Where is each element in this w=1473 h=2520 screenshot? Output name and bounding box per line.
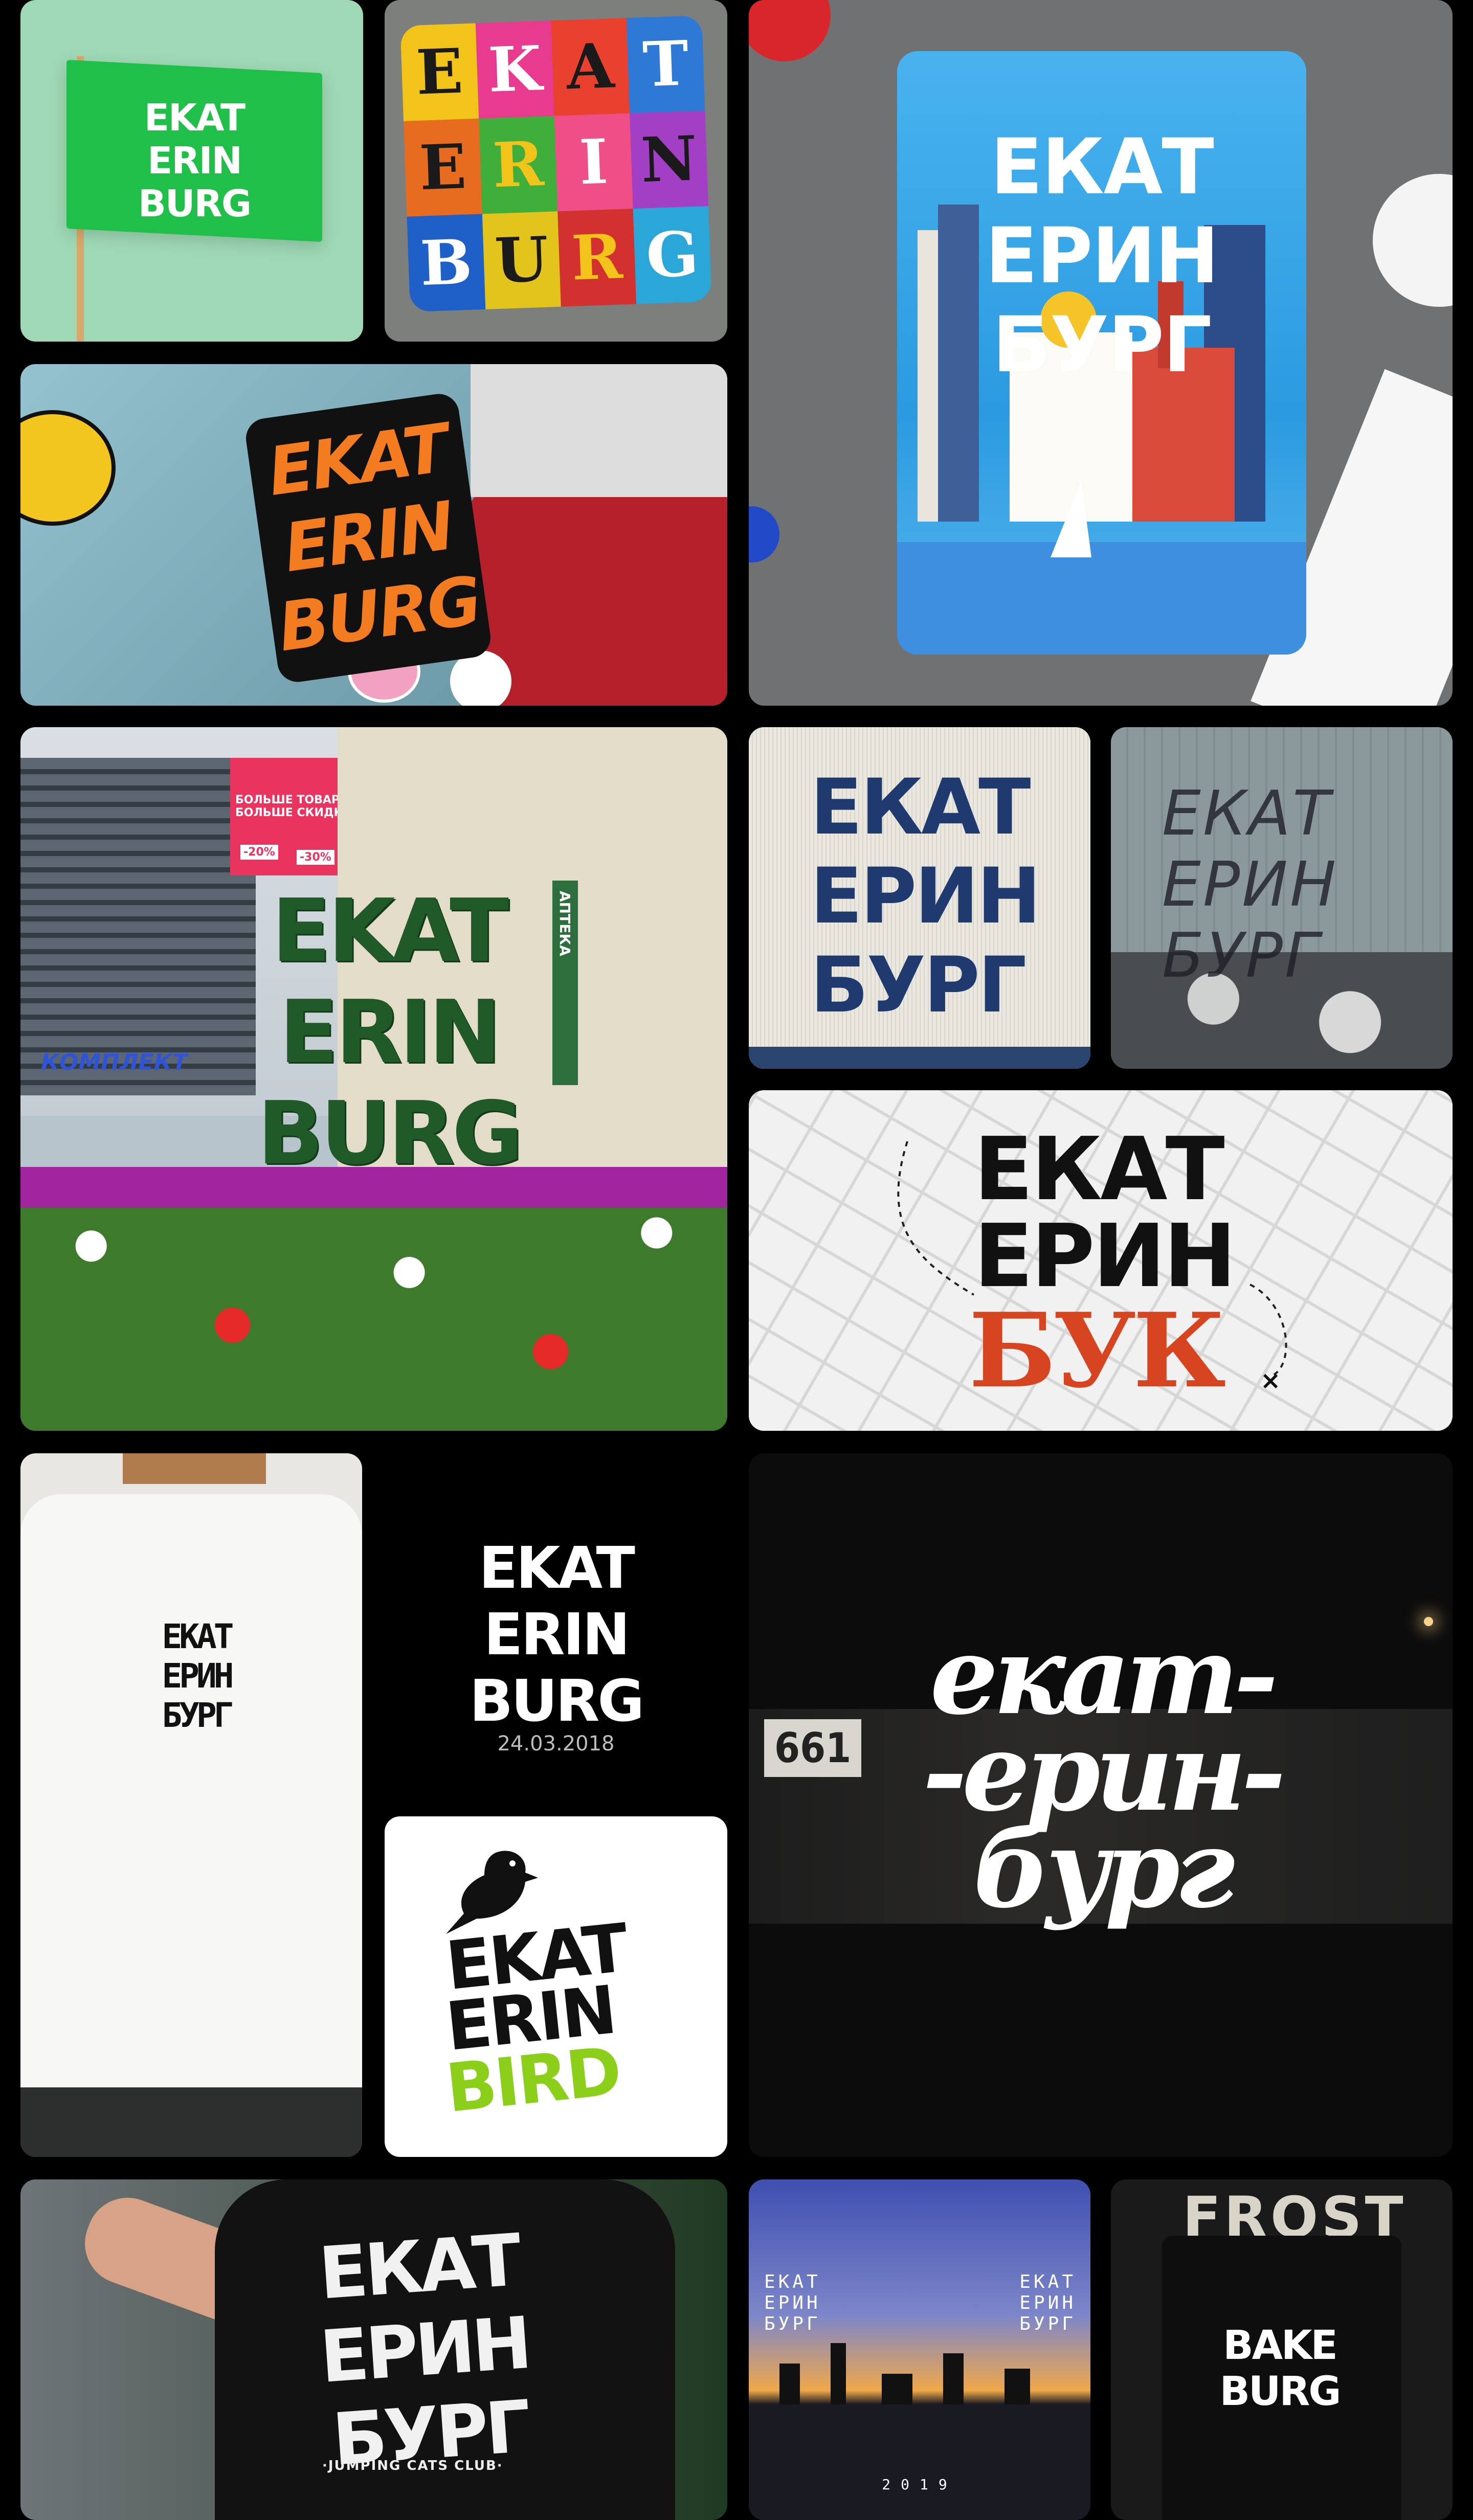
tote-bag-tile[interactable]: FROST BAKE BURG — [1111, 2179, 1453, 2520]
pillow-photo-tile[interactable]: EKATERINBURG — [385, 0, 727, 342]
pillow-letter: K — [487, 32, 545, 106]
street-light — [1424, 1617, 1433, 1626]
sky-left-caption: ЕКАТ ЕРИН БУРГ — [764, 2271, 821, 2334]
map-marker: × — [1260, 1366, 1281, 1395]
pillow-letter: E — [415, 35, 464, 109]
script-lettering-tile[interactable]: 661 екат- -ерин- бург — [749, 1453, 1453, 2157]
city-silhouette — [749, 2343, 1090, 2404]
black-tshirt-tile[interactable]: ЕКАТ ЕРИН БУРГ ·JUMPING CATS CLUB· — [20, 2179, 727, 2520]
graffiti-caption: ЕКАТ ЕРИН БУРГ — [1162, 778, 1338, 992]
sky-right-caption: ЕКАТ ЕРИН БУРГ — [1019, 2271, 1076, 2334]
hair — [123, 1453, 266, 1484]
event-logo: EKAT ERIN BURG — [469, 1535, 644, 1735]
white-ball — [1373, 174, 1453, 307]
graffiti-photo-tile[interactable]: ЕКАТ ЕРИН БУРГ — [1111, 727, 1453, 1069]
sticker-photo-tile[interactable]: EKAT ERIN BURG — [20, 364, 727, 706]
city-square-photo-tile[interactable]: КОМПЛЕКТ БОЛЬШЕ ТОВАРОВ БОЛЬШЕ СКИДКА -2… — [20, 727, 727, 1431]
white-tshirt-tile[interactable]: ЕКАТ ЕРИН БУРГ — [20, 1453, 362, 2157]
sky-year: 2019 — [882, 2476, 957, 2493]
sailboat — [1051, 481, 1091, 557]
blue-ball — [749, 506, 779, 562]
apteka-sign: АПТЕКА — [552, 881, 578, 1085]
map-line-2: ЕРИН — [974, 1206, 1236, 1307]
pillow-letter: R — [492, 128, 546, 201]
bag-print: BAKE BURG — [1219, 2323, 1342, 2415]
bird-line-3: BIRD — [442, 2032, 623, 2128]
pillow: EKATERINBURG — [400, 15, 712, 312]
apteka-label: АПТЕКА — [556, 891, 573, 956]
knitted-fabric-tile[interactable]: ЕКАТ ЕРИН БУРГ — [749, 727, 1090, 1069]
club-label: ·JUMPING CATS CLUB· — [322, 2458, 503, 2473]
knit-edge — [749, 1047, 1090, 1069]
map-poster-tile[interactable]: ЕКАТ ЕРИН БУК × — [749, 1090, 1453, 1431]
discount-20: -20% — [240, 845, 278, 860]
pillow-grid: E K A TE R I NB U R G — [400, 15, 712, 312]
tshirt-print: ЕКАТ ЕРИН БУРГ — [162, 1617, 234, 1735]
red-ball — [749, 0, 831, 61]
pillow-letter: U — [494, 223, 550, 297]
pillow-letter: A — [565, 30, 616, 103]
pillow-letter: I — [578, 126, 609, 199]
sticker-sheet — [471, 364, 727, 497]
pillow-letter: G — [645, 218, 700, 291]
sticker-caption: EKAT ERIN BURG — [263, 409, 485, 667]
script-caption: екат- -ерин- бург — [922, 1612, 1286, 1932]
postcard-caption: ЕКАТ ЕРИН БУРГ — [985, 123, 1219, 390]
black-pants — [20, 2087, 362, 2157]
event-date: 24.03.2018 — [497, 1732, 615, 1756]
pillow-letter: B — [419, 226, 473, 300]
skyline-sunset-tile[interactable]: ЕКАТ ЕРИН БУРГ ЕКАТ ЕРИН БУРГ 2019 — [749, 2179, 1090, 2520]
building-sign: КОМПЛЕКТ — [41, 1049, 188, 1075]
white-tshirt — [20, 1494, 362, 2108]
postcard-photo-tile[interactable]: ЕКАТ ЕРИН БУРГ — [749, 0, 1453, 706]
bird-logo-tile[interactable]: EKAT ERIN BIRD — [385, 1816, 727, 2157]
postcard: ЕКАТ ЕРИН БУРГ — [897, 51, 1306, 655]
map-line-3: БУК — [969, 1291, 1226, 1411]
river — [897, 542, 1306, 655]
flag-caption: EKAT ERIN BURG — [138, 96, 252, 225]
hotel-building — [20, 758, 256, 1095]
event-logo-tile[interactable]: EKAT ERIN BURG 24.03.2018 — [385, 1453, 727, 1795]
pillow-letter: T — [642, 27, 690, 101]
pillow-letter: N — [640, 122, 699, 196]
discount-30: -30% — [297, 850, 334, 865]
blackshirt-print: ЕКАТ ЕРИН БУРГ — [316, 2218, 532, 2482]
knit-caption: ЕКАТ ЕРИН БУРГ — [810, 763, 1041, 1030]
flag-photo-tile[interactable]: EKAT ERIN BURG — [20, 0, 363, 342]
pillow-letter: R — [570, 220, 624, 294]
pillow-letter: E — [418, 130, 467, 204]
hedge-letters: EKAT ERIN BURG — [257, 881, 523, 1184]
map-line-1: ЕКАТ — [974, 1119, 1225, 1220]
flower-bed — [20, 1167, 727, 1431]
